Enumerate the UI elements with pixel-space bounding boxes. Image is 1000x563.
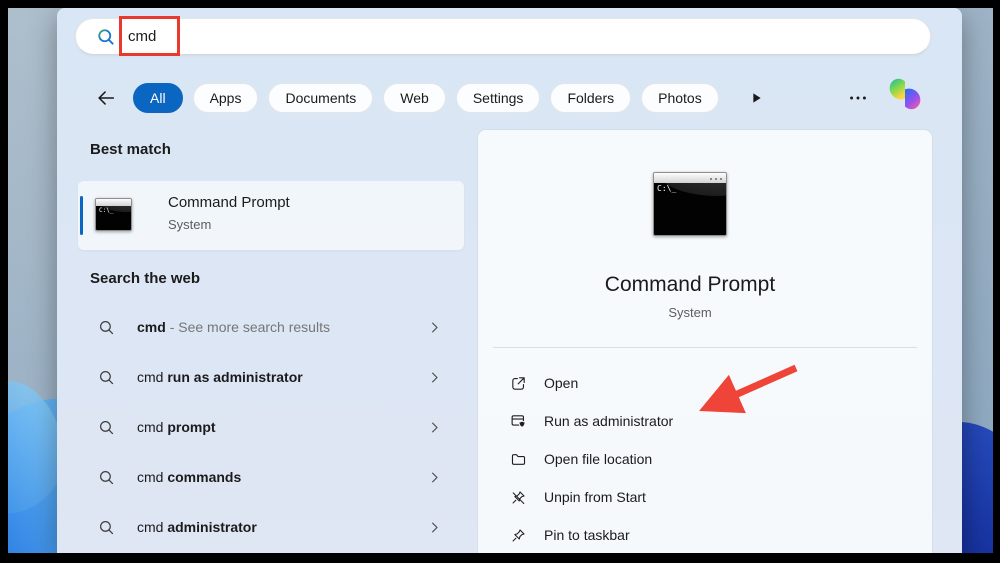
best-match-heading: Best match [90, 141, 171, 158]
open-icon [512, 376, 525, 390]
preview-subtitle: System [668, 305, 712, 320]
command-prompt-icon-large: C:\_ [653, 172, 727, 236]
filter-tab-web[interactable]: Web [383, 83, 446, 113]
search-box[interactable] [75, 18, 931, 55]
filter-tab-label: Settings [472, 90, 524, 106]
search-icon [100, 520, 114, 534]
chevron-right-icon [432, 522, 438, 532]
divider [493, 347, 917, 348]
web-suggestion-row[interactable]: cmd administrator [78, 502, 464, 552]
search-input[interactable] [128, 28, 828, 45]
chevron-right-icon [432, 422, 438, 432]
filter-tab-documents[interactable]: Documents [268, 83, 374, 113]
web-search-heading: Search the web [90, 270, 201, 287]
action-run-as-administrator[interactable]: Run as administrator [478, 402, 932, 440]
ellipsis-icon [850, 96, 866, 100]
search-flyout-window: All Apps Documents Web Settings Folders … [57, 8, 962, 553]
action-open[interactable]: Open [478, 364, 932, 402]
preview-panel: C:\_ Command Prompt System Open Run as a… [478, 130, 932, 553]
action-open-file-location[interactable]: Open file location [478, 440, 932, 478]
filter-tab-label: Photos [658, 90, 702, 106]
search-icon [98, 28, 114, 45]
folder-icon [511, 453, 526, 465]
action-label: Run as administrator [544, 413, 674, 429]
action-list: Open Run as administrator Open file loca… [478, 364, 932, 554]
search-icon [100, 370, 114, 384]
web-suggestion-row[interactable]: cmd run as administrator [78, 352, 464, 402]
filter-tab-label: All [150, 90, 166, 106]
action-label: Open file location [544, 451, 653, 467]
suggestion-text: cmd - See more search results [137, 319, 330, 335]
filter-tab-label: Folders [567, 90, 615, 106]
action-unpin-from-start[interactable]: Unpin from Start [478, 478, 932, 516]
copilot-icon [889, 78, 921, 110]
result-subtitle: System [168, 217, 212, 232]
back-arrow-icon [98, 91, 115, 105]
suggestion-text: cmd run as administrator [137, 369, 303, 385]
web-suggestion-row[interactable]: cmd commands [78, 452, 464, 502]
selection-accent-bar [80, 196, 83, 235]
chevron-right-icon [432, 322, 438, 332]
search-icon [100, 320, 114, 334]
filter-tab-photos[interactable]: Photos [641, 83, 719, 113]
web-suggestion-row[interactable]: cmd prompt [78, 402, 464, 452]
suggestion-text: cmd prompt [137, 419, 216, 435]
web-suggestions-list: cmd - See more search results cmd run as… [78, 302, 464, 552]
filter-tab-label: Documents [285, 90, 357, 106]
pin-icon [512, 528, 525, 541]
web-suggestion-row[interactable]: cmd - See more search results [78, 302, 464, 352]
best-match-result[interactable]: C:\_ Command Prompt System [78, 181, 464, 250]
more-filters-button[interactable] [743, 85, 769, 111]
back-button[interactable] [91, 83, 121, 113]
command-prompt-icon: C:\_ [95, 198, 132, 231]
result-title: Command Prompt [168, 194, 290, 211]
more-options-button[interactable] [845, 86, 871, 110]
filter-tabs-row: All Apps Documents Web Settings Folders … [91, 80, 769, 116]
suggestion-text: cmd administrator [137, 519, 257, 535]
run-as-admin-icon [511, 414, 526, 428]
action-label: Pin to taskbar [544, 527, 630, 543]
filter-tab-label: Apps [209, 90, 242, 106]
copilot-button[interactable] [883, 72, 927, 116]
filter-tab-apps[interactable]: Apps [192, 83, 259, 113]
filter-tab-settings[interactable]: Settings [455, 83, 541, 113]
action-label: Unpin from Start [544, 489, 646, 505]
play-triangle-icon [753, 93, 761, 103]
preview-title: Command Prompt [604, 273, 776, 296]
filter-tab-label: Web [400, 90, 429, 106]
action-label: Open [544, 375, 579, 391]
suggestion-text: cmd commands [137, 469, 242, 485]
action-pin-to-taskbar[interactable]: Pin to taskbar [478, 516, 932, 554]
search-icon [100, 420, 114, 434]
filter-tab-all[interactable]: All [133, 83, 183, 113]
chevron-right-icon [432, 372, 438, 382]
filter-tab-folders[interactable]: Folders [550, 83, 632, 113]
search-icon [100, 470, 114, 484]
unpin-icon [512, 490, 525, 504]
chevron-right-icon [432, 472, 438, 482]
